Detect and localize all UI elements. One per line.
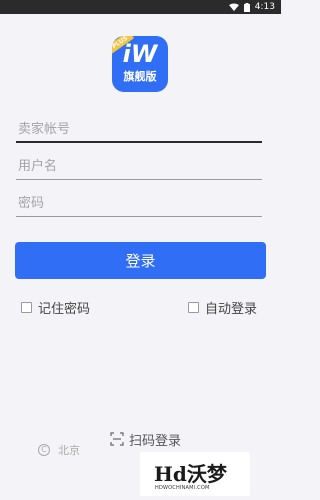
username-input[interactable]: [16, 154, 262, 179]
auto-login-box[interactable]: [188, 301, 199, 313]
password-field[interactable]: [16, 191, 262, 217]
remember-password-checkbox[interactable]: 记住密码: [21, 298, 91, 317]
watermark-logo: Hd沃梦 HDWOCHINAMI.COM: [140, 452, 250, 496]
auto-login-label: 自动登录: [205, 301, 258, 317]
wifi-icon: [228, 3, 239, 11]
watermark-subtitle: HDWOCHINAMI.COM: [155, 485, 210, 491]
password-input[interactable]: [16, 191, 262, 216]
status-bar: 4:13: [0, 0, 281, 14]
footer: C 北京: [38, 443, 80, 457]
watermark-title: Hd沃梦: [154, 462, 227, 486]
remember-password-box[interactable]: [21, 301, 32, 313]
logo-mark: iW: [122, 40, 158, 68]
copyright-icon: C: [38, 444, 50, 456]
username-field[interactable]: [16, 154, 262, 180]
app-logo: PLUS iW 旗舰版: [112, 36, 168, 92]
seller-account-input[interactable]: [16, 117, 262, 141]
qr-login-label: 扫码登录: [129, 433, 182, 449]
auto-login-checkbox[interactable]: 自动登录: [188, 298, 258, 317]
status-time: 4:13: [254, 2, 275, 12]
login-button[interactable]: 登录: [15, 242, 266, 279]
login-screen: 4:13 PLUS iW 旗舰版 登录 记住密码 自动登录 扫码登录 C 北京 …: [0, 0, 281, 500]
logo-edition-text: 旗舰版: [123, 70, 157, 83]
scan-icon: [110, 432, 124, 446]
seller-account-field[interactable]: [16, 117, 262, 143]
footer-text: 北京: [58, 444, 80, 457]
remember-password-label: 记住密码: [38, 301, 91, 317]
battery-icon: [243, 2, 250, 12]
qr-login-button[interactable]: 扫码登录: [110, 430, 182, 449]
